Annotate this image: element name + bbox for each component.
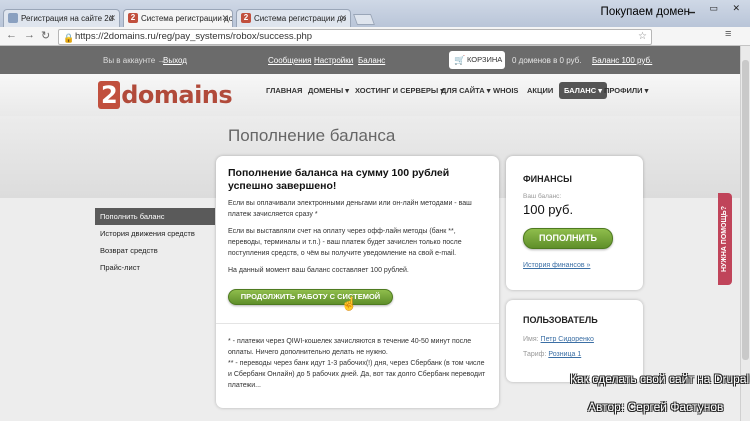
- finances-title: ФИНАНСЫ: [523, 174, 572, 184]
- topup-button[interactable]: ПОПОЛНИТЬ: [523, 228, 613, 249]
- browser-tab[interactable]: 2 Система регистрации до ✕: [236, 9, 351, 27]
- sidebar-item-pricelist[interactable]: Прайс-лист: [95, 259, 215, 276]
- divider: [216, 323, 499, 324]
- note-bank: ** - переводы через банк идут 1-3 рабочи…: [228, 360, 486, 389]
- user-name-link[interactable]: Петр Сидоренко: [541, 336, 594, 343]
- page-favicon-icon: [8, 13, 18, 23]
- channel-title: Покупаем домен: [600, 6, 690, 18]
- site-favicon-icon: 2: [241, 13, 251, 23]
- menu-wrench-icon[interactable]: ≡: [725, 28, 736, 40]
- browser-tab-active[interactable]: 2 Система регистрации до ✕: [123, 9, 233, 28]
- balance-value: 100 руб.: [523, 202, 574, 217]
- menu-item-promo[interactable]: АКЦИИ: [527, 86, 553, 95]
- user-name-row: Имя: Петр Сидоренко: [523, 336, 594, 343]
- name-label: Имя:: [523, 336, 539, 343]
- site-logo[interactable]: 2 domains: [98, 81, 233, 109]
- back-arrow-icon[interactable]: ←: [6, 29, 17, 41]
- messages-link[interactable]: Сообщения: [268, 56, 311, 65]
- success-panel: Пополнение баланса на сумму 100 рублей у…: [216, 156, 499, 408]
- site-header: 2 domains: [0, 74, 750, 116]
- forward-arrow-icon[interactable]: →: [24, 29, 35, 41]
- menu-item-whois[interactable]: WHOIS: [493, 86, 518, 95]
- success-heading: Пополнение баланса на сумму 100 рублей у…: [228, 167, 449, 193]
- sidebar-item-history[interactable]: История движения средств: [95, 225, 215, 242]
- menu-item-home[interactable]: ГЛАВНАЯ: [266, 86, 302, 95]
- address-bar[interactable]: 🔒 https://2domains.ru/reg/pay_systems/ro…: [58, 29, 652, 45]
- user-title: ПОЛЬЗОВАТЕЛЬ: [523, 315, 598, 325]
- sidebar-item-topup[interactable]: Пополнить баланс: [95, 208, 215, 225]
- logo-mark: 2: [98, 81, 121, 109]
- close-tab-icon[interactable]: ✕: [339, 10, 347, 27]
- sidebar-item-refund[interactable]: Возврат средств: [95, 242, 215, 259]
- menu-item-domains[interactable]: ДОМЕНЫ ▾: [308, 86, 349, 95]
- site-favicon-icon: 2: [128, 13, 138, 23]
- heading-line: Пополнение баланса на сумму 100 рублей: [228, 167, 450, 179]
- balance-amount-link[interactable]: Баланс 100 руб.: [592, 56, 652, 65]
- menu-item-balance[interactable]: БАЛАНС ▾: [559, 82, 607, 99]
- site-topbar: Вы в аккаунте → Выход Сообщения Настройк…: [0, 46, 750, 74]
- menu-item-hosting[interactable]: ХОСТИНГ И СЕРВЕРЫ ▾: [355, 86, 444, 95]
- user-panel: ПОЛЬЗОВАТЕЛЬ Имя: Петр Сидоренко Тариф: …: [506, 300, 643, 382]
- sidebar-nav: Пополнить баланс История движения средст…: [95, 208, 215, 276]
- finances-panel: ФИНАНСЫ Ваш баланс: 100 руб. ПОПОЛНИТЬ И…: [506, 156, 643, 290]
- cart-label: КОРЗИНА: [467, 55, 503, 64]
- close-tab-icon[interactable]: ✕: [108, 10, 116, 27]
- cursor-hand-icon: ☝: [341, 296, 358, 311]
- menu-label: ХОСТИНГ И СЕРВЕРЫ: [355, 86, 439, 95]
- menu-label: ПРОФИЛИ: [604, 86, 643, 95]
- menu-item-profiles[interactable]: ПРОФИЛИ ▾: [604, 86, 648, 95]
- browser-toolbar: ← → ↻ 🔒 https://2domains.ru/reg/pay_syst…: [0, 27, 750, 68]
- finance-history-link[interactable]: История финансов »: [523, 262, 590, 269]
- balance-label: Ваш баланс:: [523, 193, 562, 200]
- tab-label: Система регистрации до: [141, 14, 233, 23]
- close-tab-icon[interactable]: ✕: [221, 10, 229, 27]
- page-scrollbar[interactable]: [740, 46, 750, 421]
- menu-label: БАЛАНС: [564, 86, 597, 95]
- cart-icon: 🛒: [454, 55, 466, 65]
- overlay-caption: Как сделать свой сайт на Drupal: [570, 372, 750, 386]
- page-title: Пополнение баланса: [228, 126, 396, 145]
- paragraph-instant: Если вы оплачивали электронными деньгами…: [228, 200, 472, 218]
- browser-tab[interactable]: Регистрация на сайте 2d ✕: [3, 9, 120, 27]
- paragraph-balance: На данный момент ваш баланс составляет 1…: [228, 267, 409, 274]
- tab-label: Система регистрации до: [254, 14, 347, 23]
- tab-label: Регистрация на сайте 2d: [21, 14, 114, 23]
- menu-item-for-site[interactable]: ДЛЯ САЙТА ▾: [441, 86, 491, 95]
- help-tab[interactable]: НУЖНА ПОМОЩЬ?: [718, 193, 732, 285]
- account-text: Вы в аккаунте →: [103, 56, 166, 65]
- heading-line: успешно завершено!: [228, 180, 337, 192]
- cart-status: 0 доменов в 0 руб.: [512, 56, 582, 65]
- browser-tabstrip: Регистрация на сайте 2d ✕ 2 Система реги…: [0, 0, 750, 28]
- note-qiwi: * - платежи через QIWI-кошелек зачисляют…: [228, 338, 472, 356]
- cart-button[interactable]: 🛒 КОРЗИНА: [449, 51, 505, 69]
- logout-link[interactable]: Выход: [163, 56, 187, 65]
- menu-label: ДЛЯ САЙТА: [441, 86, 485, 95]
- user-tariff-row: Тариф: Розница 1: [523, 351, 581, 358]
- menu-label: ДОМЕНЫ: [308, 86, 344, 95]
- lock-icon: 🔒: [63, 33, 75, 43]
- reload-icon[interactable]: ↻: [41, 29, 50, 42]
- continue-button[interactable]: ПРОДОЛЖИТЬ РАБОТУ С СИСТЕМОЙ: [228, 289, 393, 305]
- paragraph-offline: Если вы выставляли счет на оплату через …: [228, 228, 462, 257]
- settings-link[interactable]: Настройки: [314, 56, 353, 65]
- window-controls[interactable]: ▁ ▭ ✕: [688, 3, 746, 14]
- star-icon[interactable]: ☆: [638, 30, 647, 44]
- tariff-link[interactable]: Розница 1: [548, 351, 581, 358]
- scrollbar-thumb[interactable]: [742, 60, 749, 360]
- tariff-label: Тариф:: [523, 351, 547, 358]
- balance-link[interactable]: Баланс: [358, 56, 385, 65]
- overlay-author: Автор: Сергей Фастунов: [588, 400, 724, 414]
- logo-text: domains: [121, 81, 233, 109]
- url-text: https://2domains.ru/reg/pay_systems/robo…: [75, 31, 313, 42]
- new-tab-button[interactable]: [352, 14, 376, 25]
